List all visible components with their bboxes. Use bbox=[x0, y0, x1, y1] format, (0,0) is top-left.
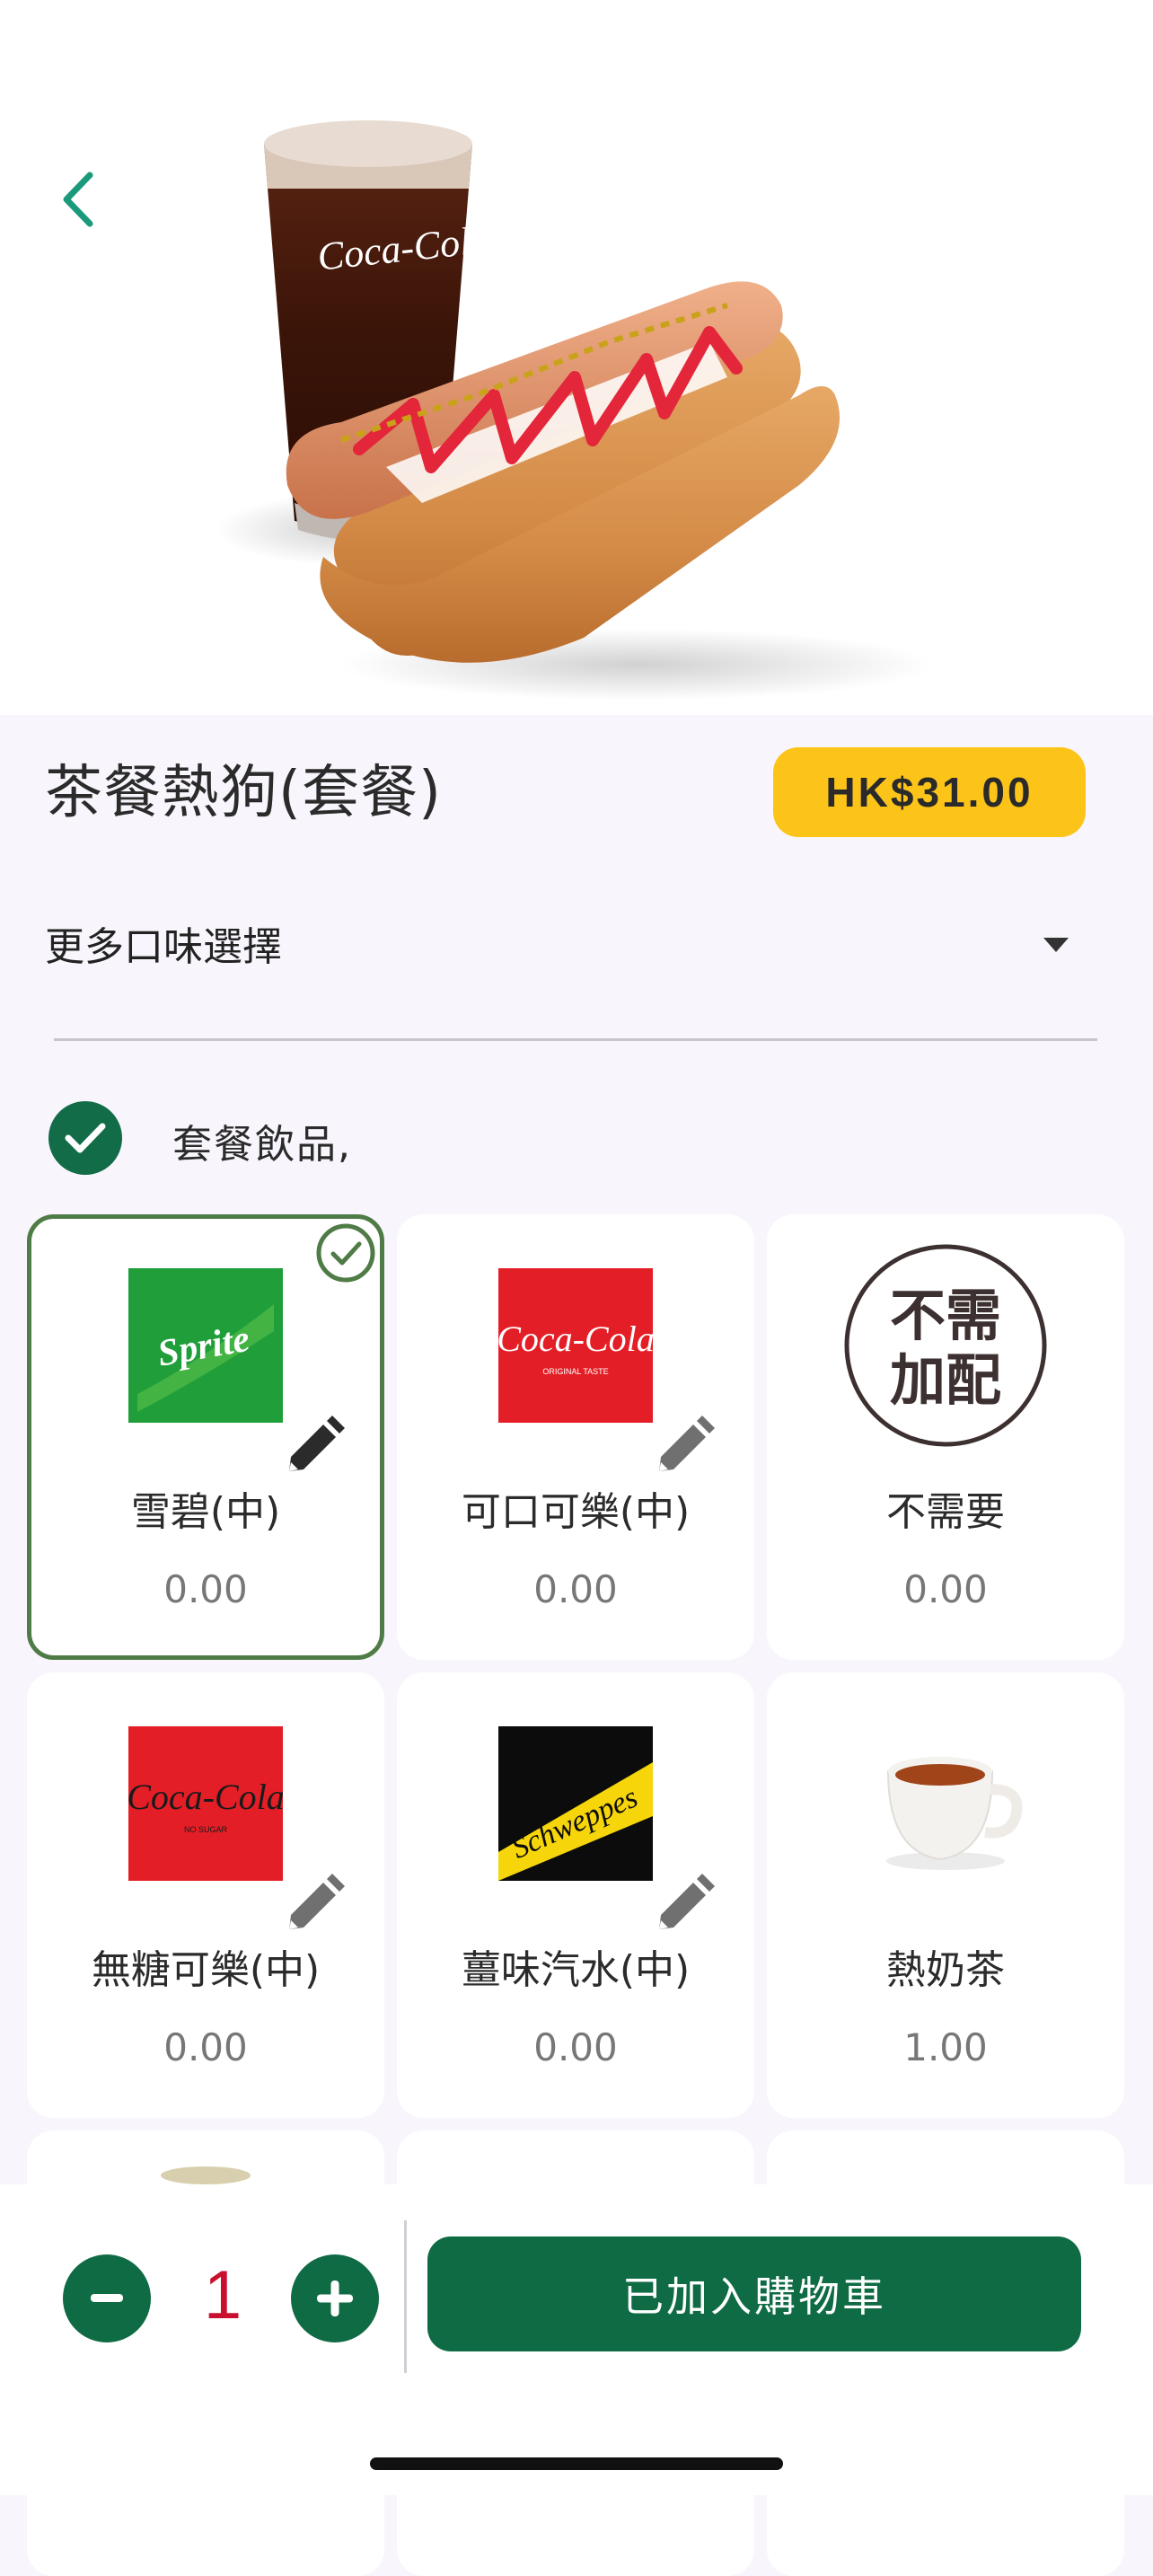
pencil-icon[interactable] bbox=[648, 1872, 717, 1940]
drink-option-coca-cola-no-sugar[interactable]: Coca-Cola NO SUGAR 無糖可樂(中) 0.00 bbox=[27, 1672, 384, 2118]
milk-tea-cup bbox=[886, 1757, 1023, 1870]
drink-name: 雪碧(中) bbox=[130, 1489, 281, 1535]
caret-down-icon bbox=[1043, 938, 1069, 952]
drink-option-sprite[interactable]: Sprite 雪碧(中) 0.00 bbox=[27, 1214, 384, 1660]
pencil-icon[interactable] bbox=[648, 1414, 717, 1482]
chevron-left-icon bbox=[63, 172, 93, 227]
schweppes-logo: Schweppes bbox=[498, 1726, 653, 1881]
drink-option-hot-milk-tea[interactable]: 熱奶茶 1.00 bbox=[767, 1672, 1124, 2118]
section-check-icon bbox=[48, 1101, 122, 1175]
no-addon-badge-line1: 不需 bbox=[890, 1283, 1001, 1348]
bottom-action-bar: 1 已加入購物車 bbox=[0, 2184, 1153, 2495]
drink-name: 薑味汽水(中) bbox=[461, 1947, 691, 1993]
price-badge: HK$31.00 bbox=[773, 747, 1086, 837]
drink-price: 1.00 bbox=[903, 2025, 988, 2069]
home-indicator[interactable] bbox=[370, 2457, 783, 2470]
drink-name: 可口可樂(中) bbox=[461, 1489, 691, 1535]
flavor-dropdown[interactable]: 更多口味選擇 bbox=[45, 898, 1096, 997]
drink-option-ginger-ale[interactable]: Schweppes 薑味汽水(中) 0.00 bbox=[397, 1672, 754, 2118]
back-button[interactable] bbox=[50, 167, 104, 232]
drink-price: 0.00 bbox=[163, 2025, 248, 2069]
add-to-cart-button[interactable]: 已加入購物車 bbox=[427, 2236, 1081, 2351]
no-addon-badge: 不需 加配 bbox=[844, 1244, 1047, 1447]
divider bbox=[54, 1038, 1097, 1041]
coca-cola-logo-text: Coca-Cola bbox=[498, 1319, 653, 1359]
divider bbox=[404, 2220, 407, 2373]
flavor-dropdown-label: 更多口味選擇 bbox=[45, 924, 282, 970]
minus-icon bbox=[91, 2294, 123, 2302]
drink-price: 0.00 bbox=[163, 1567, 248, 1611]
product-hero: Coca-Cola bbox=[0, 0, 1153, 715]
coca-cola-logo-subtext: ORIGINAL TASTE bbox=[542, 1367, 608, 1376]
coca-cola-no-sugar-logo: Coca-Cola NO SUGAR bbox=[128, 1726, 283, 1881]
quantity-value: 1 bbox=[203, 2257, 242, 2333]
coca-cola-logo: Coca-Cola ORIGINAL TASTE bbox=[498, 1268, 653, 1423]
drink-name: 熱奶茶 bbox=[886, 1947, 1005, 1993]
drink-option-none[interactable]: 不需 加配 不需要 0.00 bbox=[767, 1214, 1124, 1660]
hotdog-combo-image: Coca-Cola bbox=[216, 120, 934, 701]
sprite-logo: Sprite bbox=[128, 1268, 283, 1423]
quantity-increase-button[interactable] bbox=[291, 2254, 379, 2342]
selected-check-icon bbox=[316, 1223, 375, 1283]
pencil-icon[interactable] bbox=[278, 1872, 347, 1940]
no-addon-badge-line2: 加配 bbox=[890, 1347, 1001, 1413]
drink-option-coca-cola[interactable]: Coca-Cola ORIGINAL TASTE 可口可樂(中) 0.00 bbox=[397, 1214, 754, 1660]
pencil-icon[interactable] bbox=[278, 1414, 347, 1482]
drink-name: 不需要 bbox=[886, 1489, 1005, 1535]
plus-icon bbox=[317, 2280, 353, 2316]
quantity-decrease-button[interactable] bbox=[63, 2254, 151, 2342]
coca-cola-no-sugar-logo-text: Coca-Cola bbox=[128, 1777, 283, 1817]
drink-price: 0.00 bbox=[903, 1567, 988, 1611]
product-title: 茶餐熱狗(套餐) bbox=[45, 760, 442, 826]
coca-cola-no-sugar-logo-subtext: NO SUGAR bbox=[184, 1825, 228, 1834]
drink-price: 0.00 bbox=[533, 2025, 618, 2069]
drink-section-title: 套餐飲品, bbox=[172, 1122, 352, 1168]
drink-name: 無糖可樂(中) bbox=[91, 1947, 321, 1993]
drink-price: 0.00 bbox=[533, 1567, 618, 1611]
